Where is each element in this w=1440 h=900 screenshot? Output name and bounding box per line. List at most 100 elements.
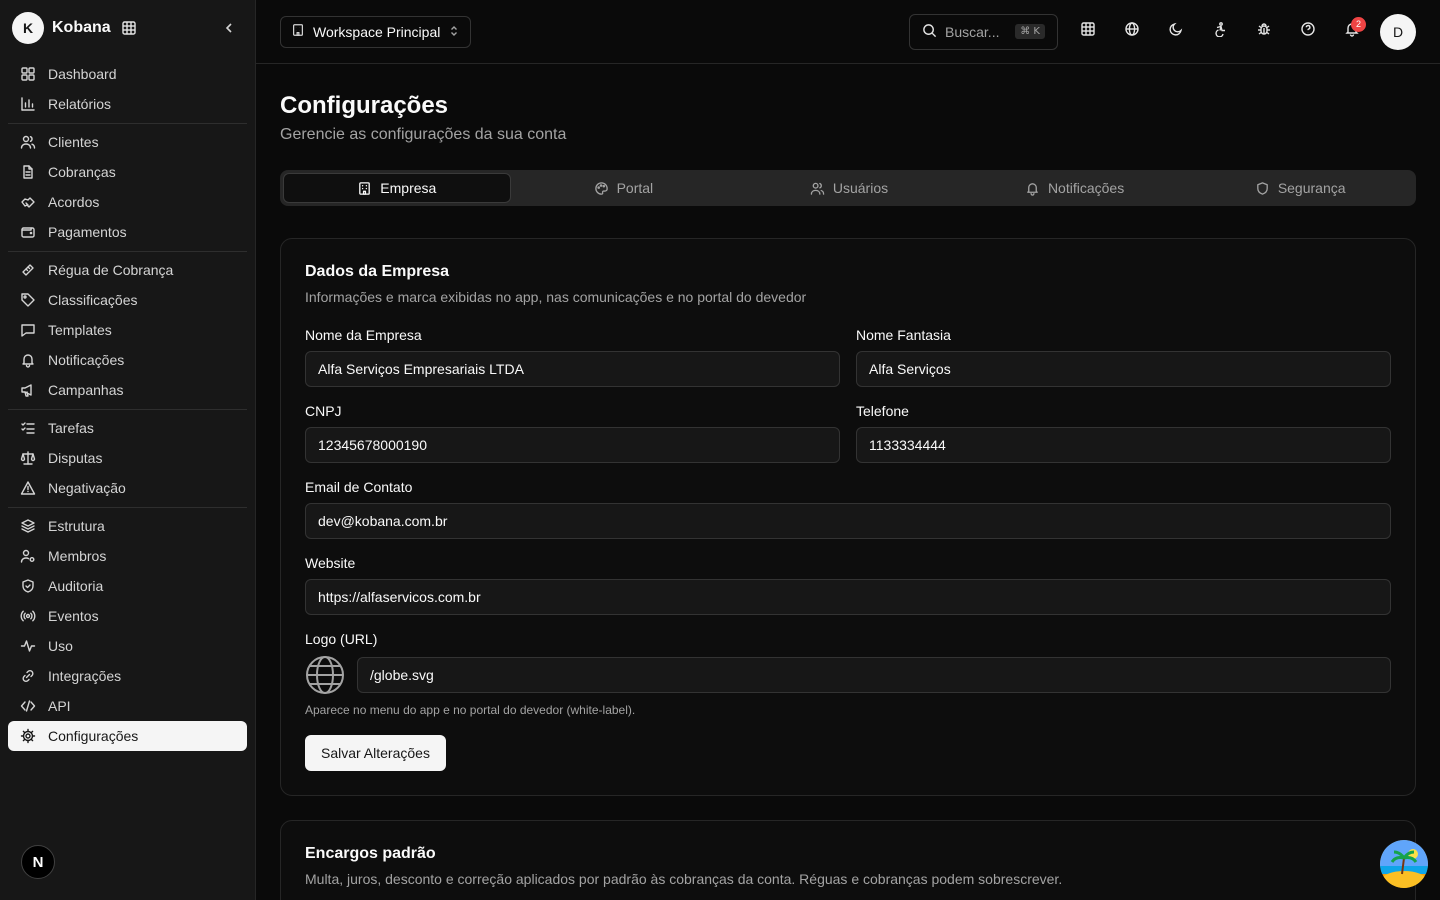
logo-row: /globe.svg xyxy=(305,655,1391,695)
building-icon xyxy=(357,181,380,196)
sidebar-item-label: Pagamentos xyxy=(48,224,127,240)
sidebar-item-label: Configurações xyxy=(48,728,139,744)
megaphone-icon xyxy=(20,382,48,398)
company-card-description: Informações e marca exibidas no app, nas… xyxy=(305,289,807,305)
company-card-title: Dados da Empresa xyxy=(305,263,450,280)
email-input[interactable]: dev@kobana.com.br xyxy=(305,503,1391,539)
brand-avatar[interactable]: K xyxy=(12,12,44,44)
sidebar-item-integracoes[interactable]: Integrações xyxy=(8,661,247,691)
trade-name-input[interactable]: Alfa Serviços xyxy=(856,351,1391,387)
chevrons-up-down-icon xyxy=(448,24,460,40)
website-input[interactable]: https://alfaservicos.com.br xyxy=(305,579,1391,615)
logo-field: Logo (URL) /globe.svg Aparece no menu do… xyxy=(305,631,1391,717)
tab-seguranca[interactable]: Segurança xyxy=(1187,173,1413,203)
sidebar-item-label: Negativação xyxy=(48,480,126,496)
theme-toggle-button[interactable] xyxy=(1154,14,1198,50)
users-icon xyxy=(810,181,833,196)
bell-icon xyxy=(1025,181,1048,196)
tab-label: Notificações xyxy=(1047,180,1125,196)
tab-empresa[interactable]: Empresa xyxy=(283,173,511,203)
assistant-fab[interactable] xyxy=(1380,840,1428,888)
tab-notificacoes[interactable]: Notificações xyxy=(962,173,1188,203)
globe-icon xyxy=(305,655,345,695)
sidebar-item-clientes[interactable]: Clientes xyxy=(8,127,247,157)
sidebar-item-configuracoes[interactable]: Configurações xyxy=(8,721,247,751)
nav-group: Régua de Cobrança Classificações Templates… xyxy=(8,252,247,410)
settings-icon xyxy=(20,728,48,744)
sidebar-item-label: Classificações xyxy=(48,292,138,308)
table-icon[interactable] xyxy=(121,20,137,36)
search-input[interactable]: Buscar... ⌘ K xyxy=(909,13,1058,50)
language-button[interactable] xyxy=(1110,14,1154,50)
sidebar-item-api[interactable]: API xyxy=(8,691,247,721)
website-field: Website https://alfaservicos.com.br xyxy=(305,555,1391,615)
sidebar-item-eventos[interactable]: Eventos xyxy=(8,601,247,631)
workspace-select[interactable]: Workspace Principal xyxy=(280,15,472,48)
shield-icon xyxy=(1255,181,1278,196)
wallet-icon xyxy=(20,224,48,240)
sidebar: K Kobana Dashboard Relatórios Clientes Cobr… xyxy=(0,0,256,900)
help-circle-icon xyxy=(1300,21,1316,42)
collapse-sidebar-button[interactable] xyxy=(220,19,238,37)
sidebar-item-cobrancas[interactable]: Cobranças xyxy=(8,157,247,187)
trade-name-field: Nome Fantasia Alfa Serviços xyxy=(856,327,1391,387)
user-cog-icon xyxy=(20,548,48,564)
activity-icon xyxy=(20,638,48,654)
email-field: Email de Contato dev@kobana.com.br xyxy=(305,479,1391,539)
shield-check-icon xyxy=(20,578,48,594)
sidebar-item-membros[interactable]: Membros xyxy=(8,541,247,571)
logo-url-input[interactable]: /globe.svg xyxy=(357,657,1391,693)
company-name-field: Nome da Empresa Alfa Serviços Empresaria… xyxy=(305,327,840,387)
message-square-icon xyxy=(20,322,48,338)
palette-icon xyxy=(594,181,617,196)
sidebar-item-estrutura[interactable]: Estrutura xyxy=(8,511,247,541)
scale-icon xyxy=(20,450,48,466)
tab-portal[interactable]: Portal xyxy=(511,173,737,203)
sidebar-item-pagamentos[interactable]: Pagamentos xyxy=(8,217,247,247)
sidebar-item-templates[interactable]: Templates xyxy=(8,315,247,345)
sidebar-item-regua-de-cobranca[interactable]: Régua de Cobrança xyxy=(8,255,247,285)
user-avatar[interactable]: D xyxy=(1380,13,1416,50)
nav-group: Tarefas Disputas Negativação xyxy=(8,410,247,508)
phone-input[interactable]: 1133334444 xyxy=(856,427,1391,463)
search-icon xyxy=(922,23,937,41)
email-label: Email de Contato xyxy=(305,479,413,495)
form-row: CNPJ 12345678000190 Telefone 1133334444 xyxy=(305,403,1391,463)
save-button[interactable]: Salvar Alterações xyxy=(305,735,446,771)
sidebar-item-negativacao[interactable]: Negativação xyxy=(8,473,247,503)
bell-icon xyxy=(20,352,48,368)
sidebar-item-notificacoes[interactable]: Notificações xyxy=(8,345,247,375)
code-icon xyxy=(20,698,48,714)
company-name-input[interactable]: Alfa Serviços Empresariais LTDA xyxy=(305,351,840,387)
tab-label: Segurança xyxy=(1277,180,1346,196)
sidebar-item-label: Templates xyxy=(48,322,112,338)
sidebar-item-uso[interactable]: Uso xyxy=(8,631,247,661)
topbar: Workspace Principal Buscar... ⌘ K 2 D xyxy=(256,0,1440,64)
tab-usuarios[interactable]: Usuários xyxy=(736,173,962,203)
sidebar-item-tarefas[interactable]: Tarefas xyxy=(8,413,247,443)
grid-view-button[interactable] xyxy=(1066,14,1110,50)
sidebar-item-auditoria[interactable]: Auditoria xyxy=(8,571,247,601)
sidebar-item-acordos[interactable]: Acordos xyxy=(8,187,247,217)
framework-badge[interactable]: N xyxy=(21,845,55,879)
notifications-button[interactable]: 2 xyxy=(1330,14,1374,50)
cnpj-input[interactable]: 12345678000190 xyxy=(305,427,840,463)
logo-helper-text: Aparece no menu do app e no portal do de… xyxy=(305,703,636,717)
layout-grid-icon xyxy=(20,66,48,82)
sidebar-item-label: Membros xyxy=(48,548,107,564)
accessibility-button[interactable] xyxy=(1198,14,1242,50)
brand-name: Kobana xyxy=(52,19,111,36)
sidebar-item-dashboard[interactable]: Dashboard xyxy=(8,59,247,89)
sidebar-item-relatorios[interactable]: Relatórios xyxy=(8,89,247,119)
phone-label: Telefone xyxy=(856,403,909,419)
ruler-icon xyxy=(20,262,48,278)
charges-card-title: Encargos padrão xyxy=(305,845,436,862)
sidebar-item-campanhas[interactable]: Campanhas xyxy=(8,375,247,405)
sidebar-item-disputas[interactable]: Disputas xyxy=(8,443,247,473)
sidebar-item-classificacoes[interactable]: Classificações xyxy=(8,285,247,315)
debug-button[interactable] xyxy=(1242,14,1286,50)
bar-chart-icon xyxy=(20,96,48,112)
help-button[interactable] xyxy=(1286,14,1330,50)
sidebar-item-label: API xyxy=(48,698,71,714)
page-subtitle: Gerencie as configurações da sua conta xyxy=(280,126,567,143)
